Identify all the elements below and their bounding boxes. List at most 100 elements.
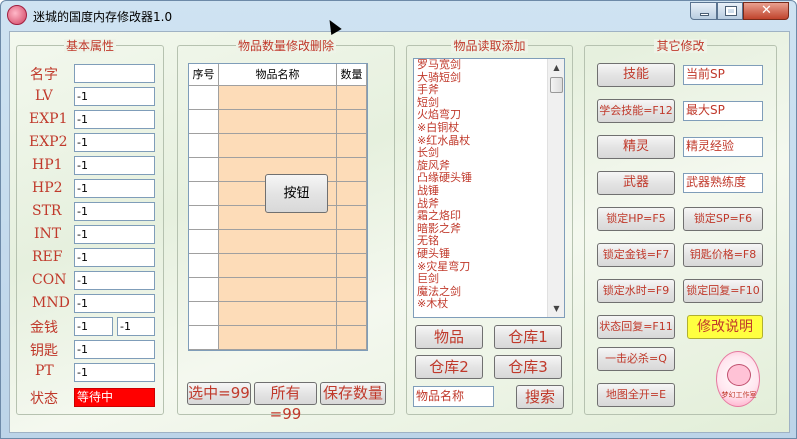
all-99-button[interactable]: 所有=99 (254, 382, 317, 423)
grid-row-head[interactable] (189, 134, 219, 158)
exp2-field[interactable]: -1 (74, 133, 155, 152)
key-field[interactable]: -1 (74, 340, 155, 359)
grid-row-head[interactable] (189, 302, 219, 326)
hp1-field[interactable]: -1 (74, 156, 155, 175)
label-pt: PT (35, 363, 54, 379)
grid-cell[interactable] (337, 158, 367, 182)
grid-row-head[interactable] (189, 254, 219, 278)
close-icon: ✕ (761, 3, 772, 18)
grid-cell[interactable] (337, 110, 367, 134)
list-item[interactable]: 长剑 (417, 147, 547, 160)
list-item[interactable]: 罗马宽剑 (417, 59, 547, 72)
list-item[interactable]: 巨剑 (417, 272, 547, 286)
grid-cell[interactable] (337, 230, 367, 254)
title-bar: 迷城的国度内存修改器1.0 ✕ (1, 1, 796, 31)
close-button[interactable]: ✕ (743, 2, 789, 20)
grid-cell[interactable] (219, 110, 337, 134)
grid-action-button[interactable]: 按钮 (265, 174, 328, 213)
list-item[interactable]: ※白铜杖 (417, 121, 547, 135)
item-list-scrollbar[interactable]: ▲ ▼ (547, 59, 564, 317)
ref-field[interactable]: -1 (74, 248, 155, 267)
map-reveal-button[interactable]: 地图全开=E (597, 383, 675, 407)
money-field-2[interactable]: -1 (117, 317, 155, 336)
grid-cell[interactable] (337, 134, 367, 158)
grid-cell[interactable] (337, 206, 367, 230)
storage-3-button[interactable]: 仓库3 (494, 355, 562, 379)
spirit-button[interactable]: 精灵 (597, 135, 675, 159)
label-exp2: EXP2 (29, 134, 68, 150)
name-field[interactable] (74, 64, 155, 83)
lock-restore-button[interactable]: 锁定回复=F10 (683, 279, 763, 303)
grid-header-index[interactable]: 序号 (189, 64, 219, 86)
weapon-button[interactable]: 武器 (597, 171, 675, 195)
grid-cell[interactable] (337, 86, 367, 110)
grid-row-head[interactable] (189, 182, 219, 206)
weapon-skill-field[interactable]: 武器熟练度 (683, 173, 763, 193)
scroll-down-icon[interactable]: ▼ (550, 302, 563, 315)
select-99-button[interactable]: 选中=99 (187, 382, 251, 405)
storage-1-button[interactable]: 仓库1 (494, 325, 562, 349)
grid-cell[interactable] (337, 302, 367, 326)
skill-button[interactable]: 技能 (597, 63, 675, 87)
grid-row-head[interactable] (189, 110, 219, 134)
grid-row-head[interactable] (189, 230, 219, 254)
grid-row-head[interactable] (189, 206, 219, 230)
grid-row-head[interactable] (189, 86, 219, 110)
current-sp-field[interactable]: 当前SP (683, 65, 763, 85)
max-sp-field[interactable]: 最大SP (683, 101, 763, 121)
grid-row-head[interactable] (189, 278, 219, 302)
lock-money-button[interactable]: 锁定金钱=F7 (597, 243, 675, 267)
label-lv: LV (35, 88, 53, 104)
items-button[interactable]: 物品 (415, 325, 483, 349)
grid-row-head[interactable] (189, 158, 219, 182)
grid-cell[interactable] (219, 278, 337, 302)
key-price-button[interactable]: 钥匙价格=F8 (683, 243, 763, 267)
item-search-input[interactable]: 物品名称 (413, 386, 494, 407)
scroll-thumb[interactable] (550, 77, 563, 93)
grid-cell[interactable] (219, 86, 337, 110)
list-item[interactable]: 霜之烙印 (417, 210, 547, 223)
minimize-button[interactable] (690, 2, 717, 20)
mod-description-button[interactable]: 修改说明 (687, 315, 763, 339)
one-hit-kill-button[interactable]: 一击必杀=Q (597, 347, 675, 371)
money-field[interactable]: -1 (74, 317, 113, 336)
pt-field[interactable]: -1 (74, 363, 155, 382)
lock-hp-button[interactable]: 锁定HP=F5 (597, 207, 675, 231)
int-field[interactable]: -1 (74, 225, 155, 244)
list-item[interactable]: ※木杖 (417, 298, 547, 311)
status-restore-button[interactable]: 状态回复=F11 (597, 315, 675, 339)
maximize-button[interactable] (717, 2, 743, 20)
exp1-field[interactable]: -1 (74, 110, 155, 129)
scroll-up-icon[interactable]: ▲ (550, 61, 563, 74)
grid-cell[interactable] (337, 326, 367, 350)
save-quantity-button[interactable]: 保存数量 (320, 382, 386, 405)
con-field[interactable]: -1 (74, 271, 155, 290)
search-button[interactable]: 搜索 (516, 385, 564, 409)
item-list[interactable]: 罗马宽剑 大骑短剑 手斧 短剑 火焰弯刀 ※白铜杖 ※红水晶杖 长剑 旋风斧 凸… (413, 58, 565, 318)
grid-header-qty[interactable]: 数量 (337, 64, 367, 86)
grid-cell[interactable] (219, 302, 337, 326)
lock-sp-button[interactable]: 锁定SP=F6 (683, 207, 763, 231)
lock-water-button[interactable]: 锁定水时=F9 (597, 279, 675, 303)
grid-row-head[interactable] (189, 326, 219, 350)
lv-field[interactable]: -1 (74, 87, 155, 106)
label-status: 状态 (30, 391, 58, 407)
grid-cell[interactable] (337, 278, 367, 302)
grid-cell[interactable] (219, 254, 337, 278)
spirit-exp-field[interactable]: 精灵经验 (683, 137, 763, 157)
str-field[interactable]: -1 (74, 202, 155, 221)
storage-2-button[interactable]: 仓库2 (415, 355, 483, 379)
grid-cell[interactable] (219, 230, 337, 254)
list-item[interactable]: 手斧 (417, 84, 547, 97)
learn-skill-button[interactable]: 学会技能=F12 (597, 99, 675, 123)
grid-cell[interactable] (219, 326, 337, 350)
grid-header-name[interactable]: 物品名称 (219, 64, 337, 86)
list-item[interactable]: 战锤 (417, 184, 547, 198)
app-icon (7, 5, 27, 25)
grid-cell[interactable] (337, 182, 367, 206)
list-item[interactable]: 硬头锤 (417, 247, 547, 261)
grid-cell[interactable] (337, 254, 367, 278)
grid-cell[interactable] (219, 134, 337, 158)
hp2-field[interactable]: -1 (74, 179, 155, 198)
mnd-field[interactable]: -1 (74, 294, 155, 313)
